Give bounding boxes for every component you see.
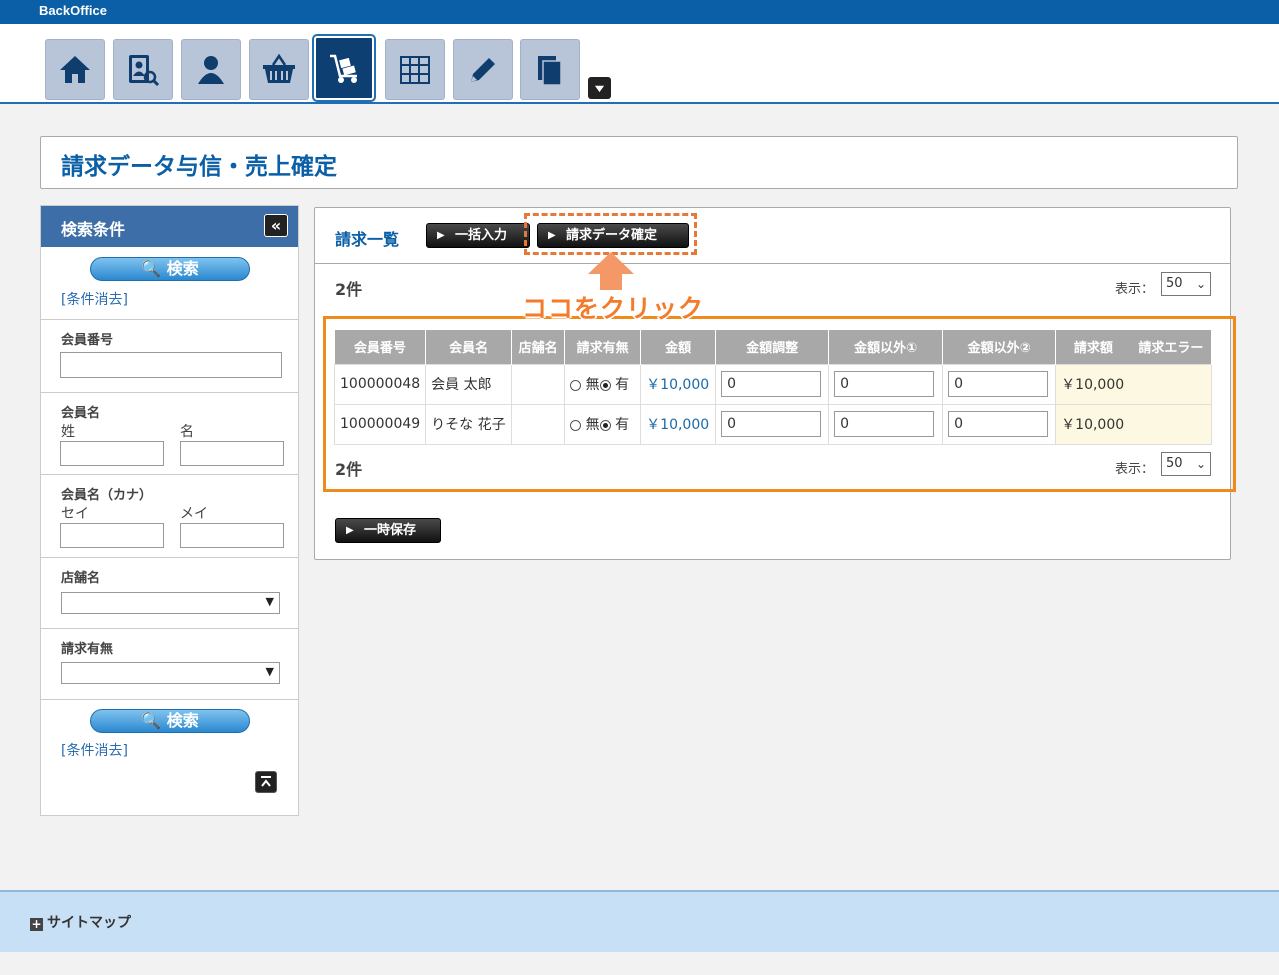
divider (41, 628, 298, 629)
pencil-icon[interactable] (453, 39, 513, 100)
divider (41, 557, 298, 558)
chevron-down-icon: ⌄ (1195, 277, 1206, 291)
first-name-label: 名 (180, 424, 194, 440)
footer: + サイトマップ (0, 890, 1279, 952)
search-button-label: 検索 (166, 711, 199, 730)
more-menu-button[interactable] (588, 77, 611, 99)
sitemap-link[interactable]: + サイトマップ (30, 912, 131, 932)
sidebar-title: 検索条件 (61, 220, 126, 239)
clear-conditions-link[interactable]: [条件消去] (61, 289, 128, 309)
first-name-input[interactable] (180, 441, 284, 466)
member-kana-label: 会員名（カナ） (61, 488, 153, 503)
basket-icon[interactable] (249, 39, 309, 100)
member-no-input[interactable] (60, 352, 282, 378)
top-bar: BackOffice (0, 0, 1279, 24)
temp-save-button[interactable]: 一時保存 (335, 518, 441, 543)
sidebar-header: 検索条件 « (41, 206, 298, 247)
first-kana-label: メイ (180, 506, 208, 522)
result-count: 2件 (335, 280, 363, 299)
billing-list-heading: 請求一覧 (335, 230, 400, 249)
grid-icon[interactable] (385, 39, 445, 100)
divider (41, 392, 298, 393)
home-icon[interactable] (45, 39, 105, 100)
table-highlight-frame (323, 316, 1236, 492)
plus-icon: + (30, 917, 43, 931)
search-sidebar: 検索条件 « 🔍 検索 [条件消去] 会員番号 会員名 姓 名 会員名（カナ） … (40, 205, 299, 816)
shop-select[interactable]: ▼ (61, 592, 280, 614)
clear-conditions-link-bottom[interactable]: [条件消去] (61, 740, 128, 760)
search-button[interactable]: 🔍 検索 (90, 257, 250, 281)
member-name-label: 会員名 (61, 406, 101, 421)
billing-select[interactable]: ▼ (61, 662, 280, 684)
last-name-input[interactable] (60, 441, 164, 466)
divider (41, 699, 298, 700)
chevron-down-icon: ▼ (265, 665, 274, 678)
sitemap-label: サイトマップ (47, 915, 131, 931)
display-count-select[interactable]: 50 ⌄ (1161, 272, 1211, 296)
first-kana-input[interactable] (180, 523, 284, 548)
display-count-value: 50 (1166, 276, 1183, 291)
confirm-button-highlight (524, 213, 697, 255)
member-search-icon[interactable] (113, 39, 173, 100)
main-nav (0, 24, 1279, 104)
chevron-down-icon: ▼ (265, 595, 274, 608)
billing-label: 請求有無 (61, 642, 114, 657)
user-icon[interactable] (181, 39, 241, 100)
page-title-box: 請求データ与信・売上確定 (40, 136, 1238, 189)
shop-label: 店舗名 (61, 571, 101, 586)
member-no-label: 会員番号 (61, 333, 114, 348)
page-title: 請求データ与信・売上確定 (61, 154, 337, 180)
cart-dolly-icon[interactable] (312, 34, 376, 102)
documents-icon[interactable] (520, 39, 580, 100)
divider (315, 263, 1230, 264)
search-button-bottom[interactable]: 🔍 検索 (90, 709, 250, 733)
search-button-label: 検索 (166, 259, 199, 278)
last-name-label: 姓 (61, 424, 75, 440)
bulk-input-button[interactable]: 一括入力 (426, 223, 530, 248)
scroll-top-icon[interactable] (255, 771, 277, 793)
collapse-sidebar-icon[interactable]: « (264, 214, 288, 237)
last-kana-input[interactable] (60, 523, 164, 548)
brand-logo: BackOffice (39, 3, 107, 18)
last-kana-label: セイ (61, 506, 89, 522)
display-label: 表示： (1115, 282, 1155, 297)
arrow-up-icon (588, 252, 634, 290)
click-here-callout: ココをクリック (522, 294, 705, 323)
divider (41, 319, 298, 320)
divider (41, 474, 298, 475)
